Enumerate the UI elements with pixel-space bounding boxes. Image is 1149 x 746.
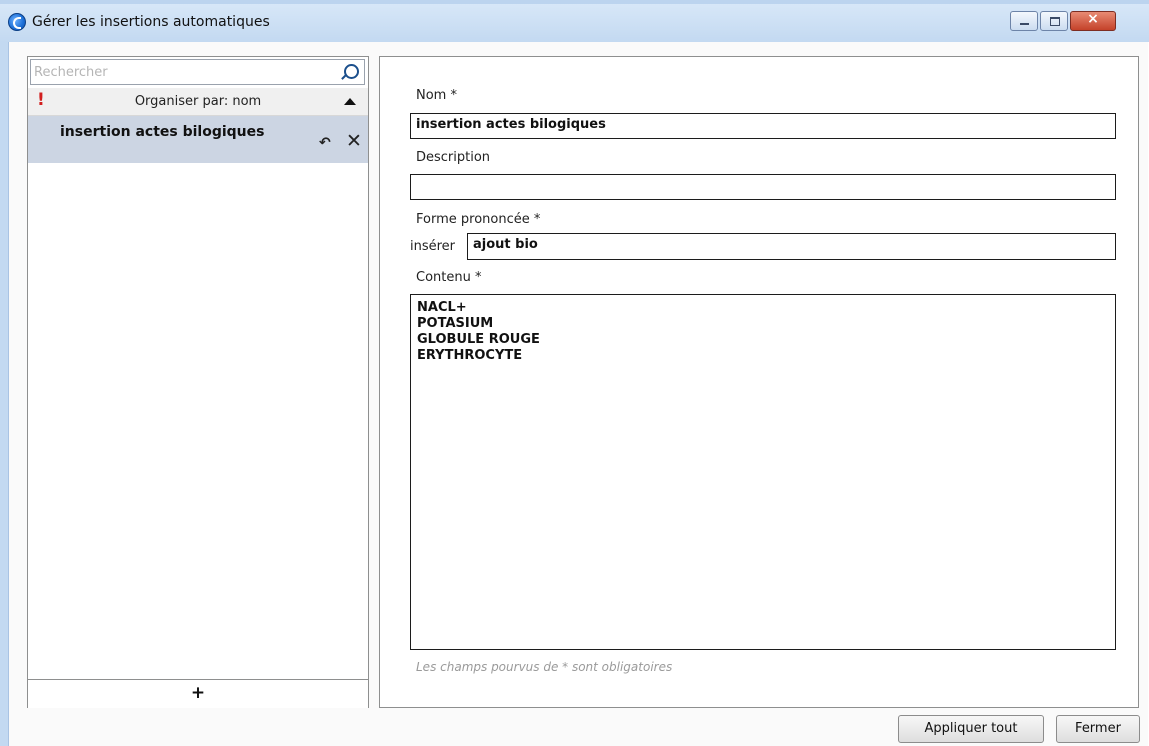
content-textarea[interactable]: NACL+ POTASIUM GLOBULE ROUGE ERYTHROCYTE: [410, 294, 1116, 650]
add-icon: +: [190, 683, 206, 703]
window-border: [0, 42, 8, 746]
spoken-form-label: Forme prononcée *: [416, 212, 541, 227]
search-box: [30, 59, 365, 85]
list-item-label: insertion actes bilogiques: [60, 124, 265, 140]
app-icon: [8, 13, 26, 31]
insertion-detail-panel: Nom * insertion actes bilogiques Descrip…: [379, 56, 1139, 708]
maximize-button[interactable]: [1040, 11, 1068, 31]
name-label: Nom *: [416, 88, 457, 103]
description-label: Description: [416, 150, 491, 165]
list-item[interactable]: insertion actes bilogiques ↶ ✕: [28, 116, 368, 163]
minimize-icon: [1020, 23, 1029, 25]
search-icon[interactable]: [344, 64, 359, 79]
content-label: Contenu *: [416, 270, 482, 285]
sort-ascending-icon[interactable]: [344, 98, 356, 105]
window-title: Gérer les insertions automatiques: [32, 14, 270, 30]
spoken-form-field[interactable]: ajout bio: [467, 233, 1116, 260]
insertions-list-panel: ! Organiser par: nom insertion actes bil…: [27, 56, 369, 708]
apply-all-button[interactable]: Appliquer tout: [898, 715, 1044, 743]
content-line: GLOBULE ROUGE: [417, 332, 540, 347]
search-input[interactable]: [34, 63, 334, 81]
delete-icon[interactable]: ✕: [346, 131, 362, 151]
undo-icon[interactable]: ↶: [319, 136, 335, 150]
name-field[interactable]: insertion actes bilogiques: [410, 113, 1116, 139]
sort-header[interactable]: ! Organiser par: nom: [28, 88, 368, 116]
close-window-button[interactable]: ×: [1070, 11, 1116, 31]
close-button[interactable]: Fermer: [1056, 715, 1140, 743]
content-line: POTASIUM: [417, 316, 494, 331]
content-line: ERYTHROCYTE: [417, 348, 523, 363]
spoken-prefix: insérer: [410, 239, 456, 254]
required-fields-note: Les champs pourvus de * sont obligatoire…: [416, 660, 673, 674]
close-icon: ×: [1087, 11, 1099, 27]
add-insertion-button[interactable]: +: [28, 679, 368, 708]
minimize-button[interactable]: [1010, 11, 1038, 31]
content-line: NACL+: [417, 300, 467, 315]
sort-label: Organiser par: nom: [134, 94, 262, 109]
title-bar: Gérer les insertions automatiques ×: [0, 0, 1149, 42]
maximize-icon: [1050, 17, 1060, 26]
description-field[interactable]: [410, 174, 1116, 200]
